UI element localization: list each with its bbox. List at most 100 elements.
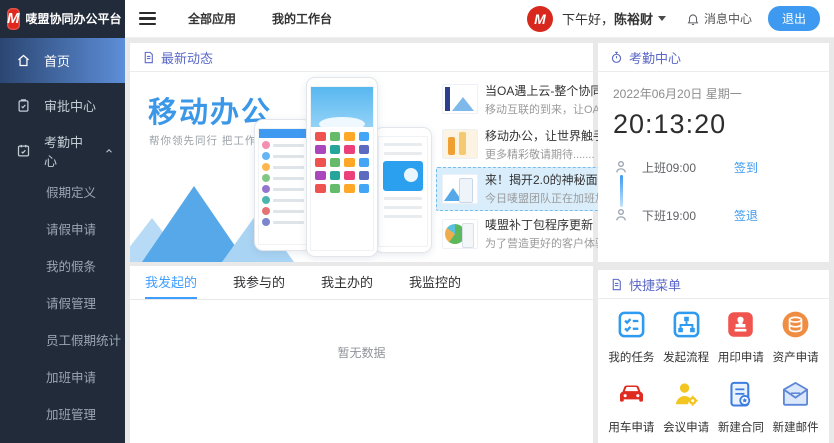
logo-icon: M xyxy=(7,8,20,30)
contract-icon xyxy=(725,379,756,410)
quick-item-asset-request[interactable]: 资产申请 xyxy=(768,309,823,365)
sidebar-item-label: 首页 xyxy=(44,51,70,70)
quick-item-start-flow[interactable]: 发起流程 xyxy=(659,309,714,365)
banner-illustration xyxy=(254,77,434,259)
quick-menu-panel: 快捷菜单 我的任务 发起流程 用印申请 资产申请 用车申请 会议申请 新建合 xyxy=(598,270,829,443)
quick-item-label: 我的任务 xyxy=(608,349,654,365)
sidebar-subitem-my-leave-notes[interactable]: 我的假条 xyxy=(0,247,125,284)
quick-item-meeting-request[interactable]: 会议申请 xyxy=(659,379,714,435)
logout-button[interactable]: 退出 xyxy=(768,6,820,31)
stamp-icon xyxy=(725,309,756,340)
document-icon xyxy=(142,51,155,64)
attendance-body: 2022年06月20日 星期一 20:13:20 上班09:00 签到 下班19… xyxy=(598,72,829,239)
attendance-rows: 上班09:00 签到 下班19:00 签退 xyxy=(613,156,814,226)
attendance-header: 考勤中心 xyxy=(598,43,829,72)
tab-participated-by-me[interactable]: 我参与的 xyxy=(233,266,285,299)
sidebar-submenu: 假期定义 请假申请 我的假条 请假管理 员工假期统计 加班申请 加班管理 xyxy=(0,173,125,432)
greeting-text: 下午好， xyxy=(562,12,614,27)
check-out-label: 下班19:00 xyxy=(642,207,696,224)
tasks-icon xyxy=(616,309,647,340)
meeting-icon xyxy=(671,379,702,410)
app-title: 唛盟协同办公平台 xyxy=(26,10,122,27)
document-icon xyxy=(610,278,623,291)
username: 陈裕财 xyxy=(614,12,653,27)
nav-my-workbench[interactable]: 我的工作台 xyxy=(272,10,332,27)
phone-mockup-appgrid xyxy=(306,77,378,257)
sidebar-subitem-overtime-request[interactable]: 加班申请 xyxy=(0,358,125,395)
flow-icon xyxy=(671,309,702,340)
app-logo: M 唛盟协同办公平台 xyxy=(0,0,125,38)
approval-icon xyxy=(16,98,31,113)
quick-menu-grid: 我的任务 发起流程 用印申请 资产申请 用车申请 会议申请 新建合同 新建邮件 xyxy=(598,299,829,435)
quick-item-label: 发起流程 xyxy=(663,349,709,365)
user-avatar[interactable]: M xyxy=(527,6,553,32)
top-header: M 唛盟协同办公平台 全部应用 我的工作台 M 下午好，陈裕财 消息中心 退出 xyxy=(0,0,834,38)
quick-item-label: 新建合同 xyxy=(718,419,764,435)
header-right: M 下午好，陈裕财 消息中心 退出 xyxy=(527,6,834,32)
stopwatch-icon xyxy=(610,51,623,64)
quick-item-label: 新建邮件 xyxy=(773,419,819,435)
phone-mockup-detail xyxy=(374,127,432,253)
news-body: 移动办公 帮你领先同行 把工作带出办公室 xyxy=(130,73,593,262)
sidebar: 首页 审批中心 考勤中心 假期定义 请假申请 我的假条 请假管理 员工假期统计 … xyxy=(0,38,125,443)
bell-icon xyxy=(686,12,700,26)
timeline-connector xyxy=(620,175,623,207)
menu-toggle-icon[interactable] xyxy=(139,9,156,29)
news-thumbnail xyxy=(442,174,478,204)
sidebar-item-label: 审批中心 xyxy=(44,96,96,115)
quick-item-my-tasks[interactable]: 我的任务 xyxy=(604,309,659,365)
top-nav: 全部应用 我的工作台 xyxy=(188,10,332,27)
message-center-button[interactable]: 消息中心 xyxy=(686,10,752,27)
quick-item-label: 资产申请 xyxy=(773,349,819,365)
latest-news-header: 最新动态 xyxy=(130,43,593,72)
latest-news-panel: 最新动态 移动办公 帮你领先同行 把工作带出办公室 xyxy=(130,43,593,262)
news-thumbnail xyxy=(442,129,478,159)
panel-title: 快捷菜单 xyxy=(629,275,681,294)
tab-hosted-by-me[interactable]: 我主办的 xyxy=(321,266,373,299)
tab-initiated-by-me[interactable]: 我发起的 xyxy=(145,266,197,299)
quick-item-new-contract[interactable]: 新建合同 xyxy=(714,379,769,435)
quick-item-label: 会议申请 xyxy=(663,419,709,435)
nav-all-apps[interactable]: 全部应用 xyxy=(188,10,236,27)
empty-state-text: 暂无数据 xyxy=(130,344,593,361)
quick-menu-header: 快捷菜单 xyxy=(598,270,829,299)
sidebar-subitem-holiday-definition[interactable]: 假期定义 xyxy=(0,173,125,210)
check-in-link[interactable]: 签到 xyxy=(734,159,758,176)
person-icon xyxy=(613,207,629,223)
attendance-clock: 20:13:20 xyxy=(613,109,814,140)
attendance-date: 2022年06月20日 星期一 xyxy=(613,85,814,102)
car-icon xyxy=(616,379,647,410)
sidebar-item-attendance-center[interactable]: 考勤中心 xyxy=(0,128,125,173)
check-in-row: 上班09:00 签到 xyxy=(613,156,814,178)
tasks-tabbar: 我发起的 我参与的 我主办的 我监控的 xyxy=(130,266,593,300)
quick-item-label: 用印申请 xyxy=(718,349,764,365)
sidebar-subitem-leave-request[interactable]: 请假申请 xyxy=(0,210,125,247)
sidebar-item-approval-center[interactable]: 审批中心 xyxy=(0,83,125,128)
sidebar-subitem-employee-leave-stats[interactable]: 员工假期统计 xyxy=(0,321,125,358)
message-center-label: 消息中心 xyxy=(704,10,752,27)
sidebar-item-label: 考勤中心 xyxy=(44,132,91,170)
person-icon xyxy=(613,159,629,175)
quick-item-label: 用车申请 xyxy=(608,419,654,435)
news-thumbnail xyxy=(442,219,478,249)
attendance-panel: 考勤中心 2022年06月20日 星期一 20:13:20 上班09:00 签到… xyxy=(598,43,829,262)
panel-title: 最新动态 xyxy=(161,48,213,67)
mobile-office-banner[interactable]: 移动办公 帮你领先同行 把工作带出办公室 xyxy=(130,73,436,262)
tab-monitored-by-me[interactable]: 我监控的 xyxy=(409,266,461,299)
check-out-row: 下班19:00 签退 xyxy=(613,204,814,226)
sidebar-item-home[interactable]: 首页 xyxy=(0,38,125,83)
quick-item-new-mail[interactable]: 新建邮件 xyxy=(768,379,823,435)
check-out-link[interactable]: 签退 xyxy=(734,207,758,224)
attendance-icon xyxy=(16,143,31,158)
quick-item-vehicle-request[interactable]: 用车申请 xyxy=(604,379,659,435)
sidebar-subitem-overtime-management[interactable]: 加班管理 xyxy=(0,395,125,432)
home-icon xyxy=(16,53,31,68)
quick-item-seal-request[interactable]: 用印申请 xyxy=(714,309,769,365)
phone-mockup-contacts xyxy=(254,119,312,251)
asset-icon xyxy=(780,309,811,340)
user-dropdown-caret-icon[interactable] xyxy=(658,16,666,21)
check-in-label: 上班09:00 xyxy=(642,159,696,176)
user-greeting: 下午好，陈裕财 xyxy=(562,9,653,28)
chevron-up-icon[interactable] xyxy=(104,146,114,156)
sidebar-subitem-leave-management[interactable]: 请假管理 xyxy=(0,284,125,321)
